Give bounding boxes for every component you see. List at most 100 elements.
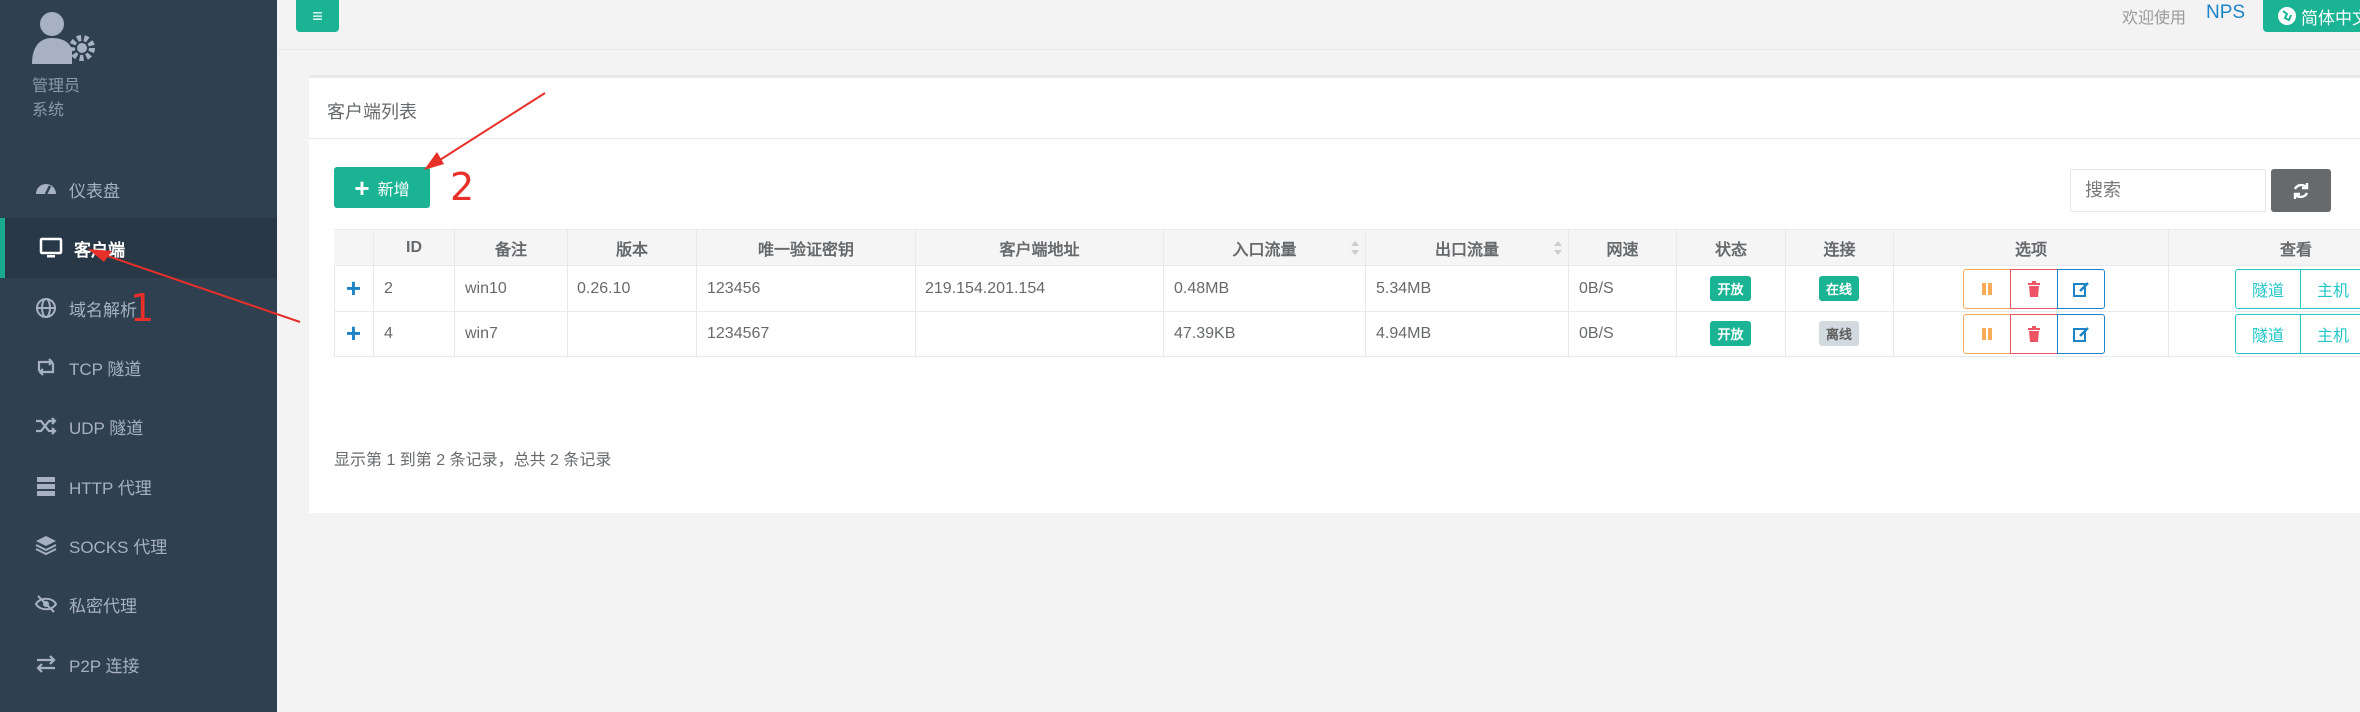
topbar: ≡ 欢迎使用 NPS 简体中文	[277, 0, 2360, 50]
sidebar-item-label: 私密代理	[69, 596, 137, 616]
cell-remark: win10	[465, 279, 507, 297]
col-address[interactable]: 客户端地址	[915, 229, 1163, 266]
user-gear-icon	[32, 12, 95, 64]
sidebar-item-udp[interactable]: UDP 隧道	[0, 396, 277, 456]
col-remark[interactable]: 备注	[454, 229, 567, 266]
sidebar-item-label: TCP 隧道	[69, 359, 142, 379]
delete-button[interactable]	[2010, 314, 2058, 354]
refresh-icon	[2293, 182, 2309, 199]
cell-version: 0.26.10	[577, 279, 631, 297]
sidebar-item-p2p[interactable]: P2P 连接	[0, 634, 277, 694]
connection-badge: 离线	[1818, 321, 1859, 346]
sidebar-item-label: P2P 连接	[69, 656, 140, 676]
brand-link[interactable]: NPS	[2206, 2, 2245, 24]
cell-in-flow: 0.48MB	[1174, 279, 1230, 297]
trash-icon	[2028, 281, 2040, 297]
connection-badge: 在线	[1818, 276, 1859, 301]
cell-id: 2	[384, 279, 393, 297]
refresh-button[interactable]	[2271, 169, 2331, 212]
sidebar-item-label: 仪表盘	[69, 181, 120, 201]
client-table: ID 备注 版本 唯一验证密钥 客户端地址 入口流量 出口流量 网速 状态 连接…	[334, 229, 2360, 357]
sidebar-item-secret[interactable]: 私密代理	[0, 574, 277, 634]
panel-divider	[309, 138, 2360, 139]
pause-icon	[1982, 328, 1992, 340]
sidebar-item-clients[interactable]: 客户端	[0, 218, 277, 278]
status-badge: 开放	[1710, 321, 1751, 346]
menu-icon: ≡	[312, 5, 323, 26]
language-button[interactable]: 简体中文	[2263, 0, 2360, 32]
sidebar-item-label: SOCKS 代理	[69, 537, 168, 557]
col-out-flow-label: 出口流量	[1434, 241, 1499, 259]
pause-button[interactable]	[1963, 314, 2011, 354]
cell-id: 4	[384, 324, 393, 342]
server-icon	[33, 473, 59, 499]
sidebar: 管理员 系统 仪表盘 客户端 域名解析 TCP 隧道 UDP 隧道 HTTP 代…	[0, 0, 277, 712]
dashboard-icon	[33, 176, 59, 202]
retweet-icon	[33, 354, 59, 380]
eye-slash-icon	[33, 591, 59, 617]
col-vkey[interactable]: 唯一验证密钥	[696, 229, 915, 266]
profile-name: 管理员	[32, 78, 81, 95]
expand-row-button[interactable]: +	[334, 266, 373, 311]
pagination-info: 显示第 1 到第 2 条记录，总共 2 条记录	[334, 452, 612, 469]
language-label: 简体中文	[2301, 8, 2360, 28]
sidebar-item-label: HTTP 代理	[69, 478, 152, 498]
col-status[interactable]: 状态	[1676, 229, 1785, 266]
col-rate[interactable]: 网速	[1568, 229, 1676, 266]
col-in-flow-label: 入口流量	[1232, 241, 1297, 259]
globe-icon	[2278, 7, 2296, 25]
sidebar-item-socks[interactable]: SOCKS 代理	[0, 515, 277, 575]
view-tunnels-button[interactable]: 隧道	[2235, 314, 2301, 354]
cell-out-flow: 5.34MB	[1376, 279, 1432, 297]
profile-role: 系统	[32, 102, 65, 119]
col-view: 查看	[2168, 229, 2360, 266]
delete-button[interactable]	[2010, 269, 2058, 309]
sidebar-item-http[interactable]: HTTP 代理	[0, 456, 277, 516]
edit-button[interactable]	[2057, 314, 2105, 354]
trash-icon	[2028, 326, 2040, 342]
globe-icon	[33, 295, 59, 321]
sidebar-item-tcp[interactable]: TCP 隧道	[0, 337, 277, 397]
edit-icon	[2073, 282, 2089, 297]
panel-title: 客户端列表	[327, 102, 417, 122]
view-hosts-button[interactable]: 主机	[2300, 269, 2360, 309]
add-client-button[interactable]: + 新增	[334, 167, 430, 208]
pause-button[interactable]	[1963, 269, 2011, 309]
sidebar-item-dashboard[interactable]: 仪表盘	[0, 159, 277, 219]
col-options: 选项	[1893, 229, 2168, 266]
annotation-step-1: 1	[130, 286, 155, 330]
edit-button[interactable]	[2057, 269, 2105, 309]
sidebar-item-label: UDP 隧道	[69, 418, 144, 438]
expand-row-button[interactable]: +	[334, 311, 373, 356]
random-icon	[33, 413, 59, 439]
col-in-flow[interactable]: 入口流量	[1163, 229, 1365, 266]
client-list-panel: 客户端列表 + 新增 ID 备注 版本 唯一验证密钥 客户端地址 入口流量 出口…	[309, 75, 2360, 513]
view-tunnels-button[interactable]: 隧道	[2235, 269, 2301, 309]
cell-vkey: 123456	[707, 279, 761, 297]
monitor-icon	[38, 235, 64, 261]
cell-out-flow: 4.94MB	[1376, 324, 1432, 342]
sort-icon	[1554, 241, 1562, 255]
cell-address: 219.154.201.154	[925, 279, 1046, 297]
sidebar-item-label: 客户端	[74, 240, 125, 260]
cell-rate: 0B/S	[1579, 324, 1614, 342]
status-badge: 开放	[1710, 276, 1751, 301]
plus-icon: +	[354, 172, 370, 203]
sort-icon	[1351, 241, 1359, 255]
col-id[interactable]: ID	[373, 229, 454, 266]
edit-icon	[2073, 327, 2089, 342]
user-profile: 管理员 系统	[32, 10, 232, 120]
pause-icon	[1982, 283, 1992, 295]
cell-rate: 0B/S	[1579, 279, 1614, 297]
sidebar-item-label: 域名解析	[69, 300, 137, 320]
col-expand	[334, 229, 373, 266]
col-out-flow[interactable]: 出口流量	[1365, 229, 1568, 266]
search-input[interactable]	[2070, 169, 2266, 212]
col-version[interactable]: 版本	[567, 229, 696, 266]
cell-remark: win7	[465, 324, 498, 342]
welcome-text: 欢迎使用	[2122, 10, 2187, 27]
view-hosts-button[interactable]: 主机	[2300, 314, 2360, 354]
layers-icon	[33, 532, 59, 558]
menu-toggle-button[interactable]: ≡	[296, 0, 339, 32]
col-connection[interactable]: 连接	[1785, 229, 1893, 266]
